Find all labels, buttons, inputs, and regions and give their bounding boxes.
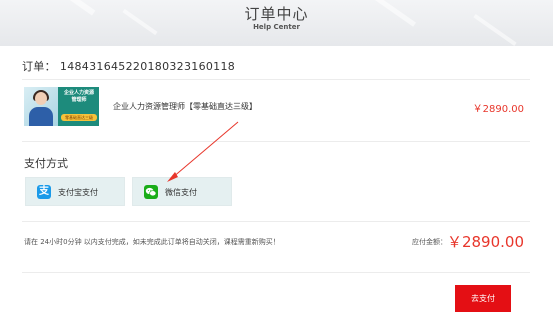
go-pay-button[interactable]: 去支付 xyxy=(455,285,511,312)
order-label: 订单： xyxy=(22,60,56,73)
divider xyxy=(22,141,530,142)
order-number-row: 订单： 14843164522018032316011​8 xyxy=(22,58,235,74)
alipay-option-button[interactable]: 支 支付宝支付 xyxy=(25,177,125,206)
annotation-arrow xyxy=(167,121,239,182)
amount-due-label: 应付金额： xyxy=(412,238,447,246)
page-title: 订单中心 xyxy=(244,5,309,23)
thumbnail-person-image xyxy=(24,87,58,126)
wechat-pay-option-button[interactable]: 微信支付 xyxy=(132,177,232,206)
thumbnail-tag: 零基础直达三级 xyxy=(61,114,97,121)
product-price: ￥2890.00 xyxy=(472,104,524,115)
thumbnail-caption: 企业人力资源 管理师 xyxy=(63,90,94,103)
divider xyxy=(22,79,530,80)
wechat-pay-option-label: 微信支付 xyxy=(165,188,197,197)
product-name[interactable]: 企业人力资源管理师【零基础直达三级】 xyxy=(113,101,257,112)
order-number: 14843164522018032316011​8 xyxy=(59,60,236,73)
wechat-icon xyxy=(144,185,158,199)
payment-method-title: 支付方式 xyxy=(24,157,68,170)
product-thumbnail[interactable]: 企业人力资源 管理师 零基础直达三级 xyxy=(24,87,99,126)
divider xyxy=(22,272,530,273)
amount-due-value: ￥2890.00 xyxy=(446,233,524,251)
divider xyxy=(22,221,530,222)
payment-time-notice: 请在 24小时0分钟 以内支付完成，如未完成此订单将自动关闭，课程需重新购买！ xyxy=(24,238,280,246)
header-banner: 订单中心 Help Center xyxy=(0,0,553,46)
page-subtitle: Help Center xyxy=(253,23,300,31)
alipay-option-label: 支付宝支付 xyxy=(58,188,98,197)
alipay-icon: 支 xyxy=(37,185,51,199)
